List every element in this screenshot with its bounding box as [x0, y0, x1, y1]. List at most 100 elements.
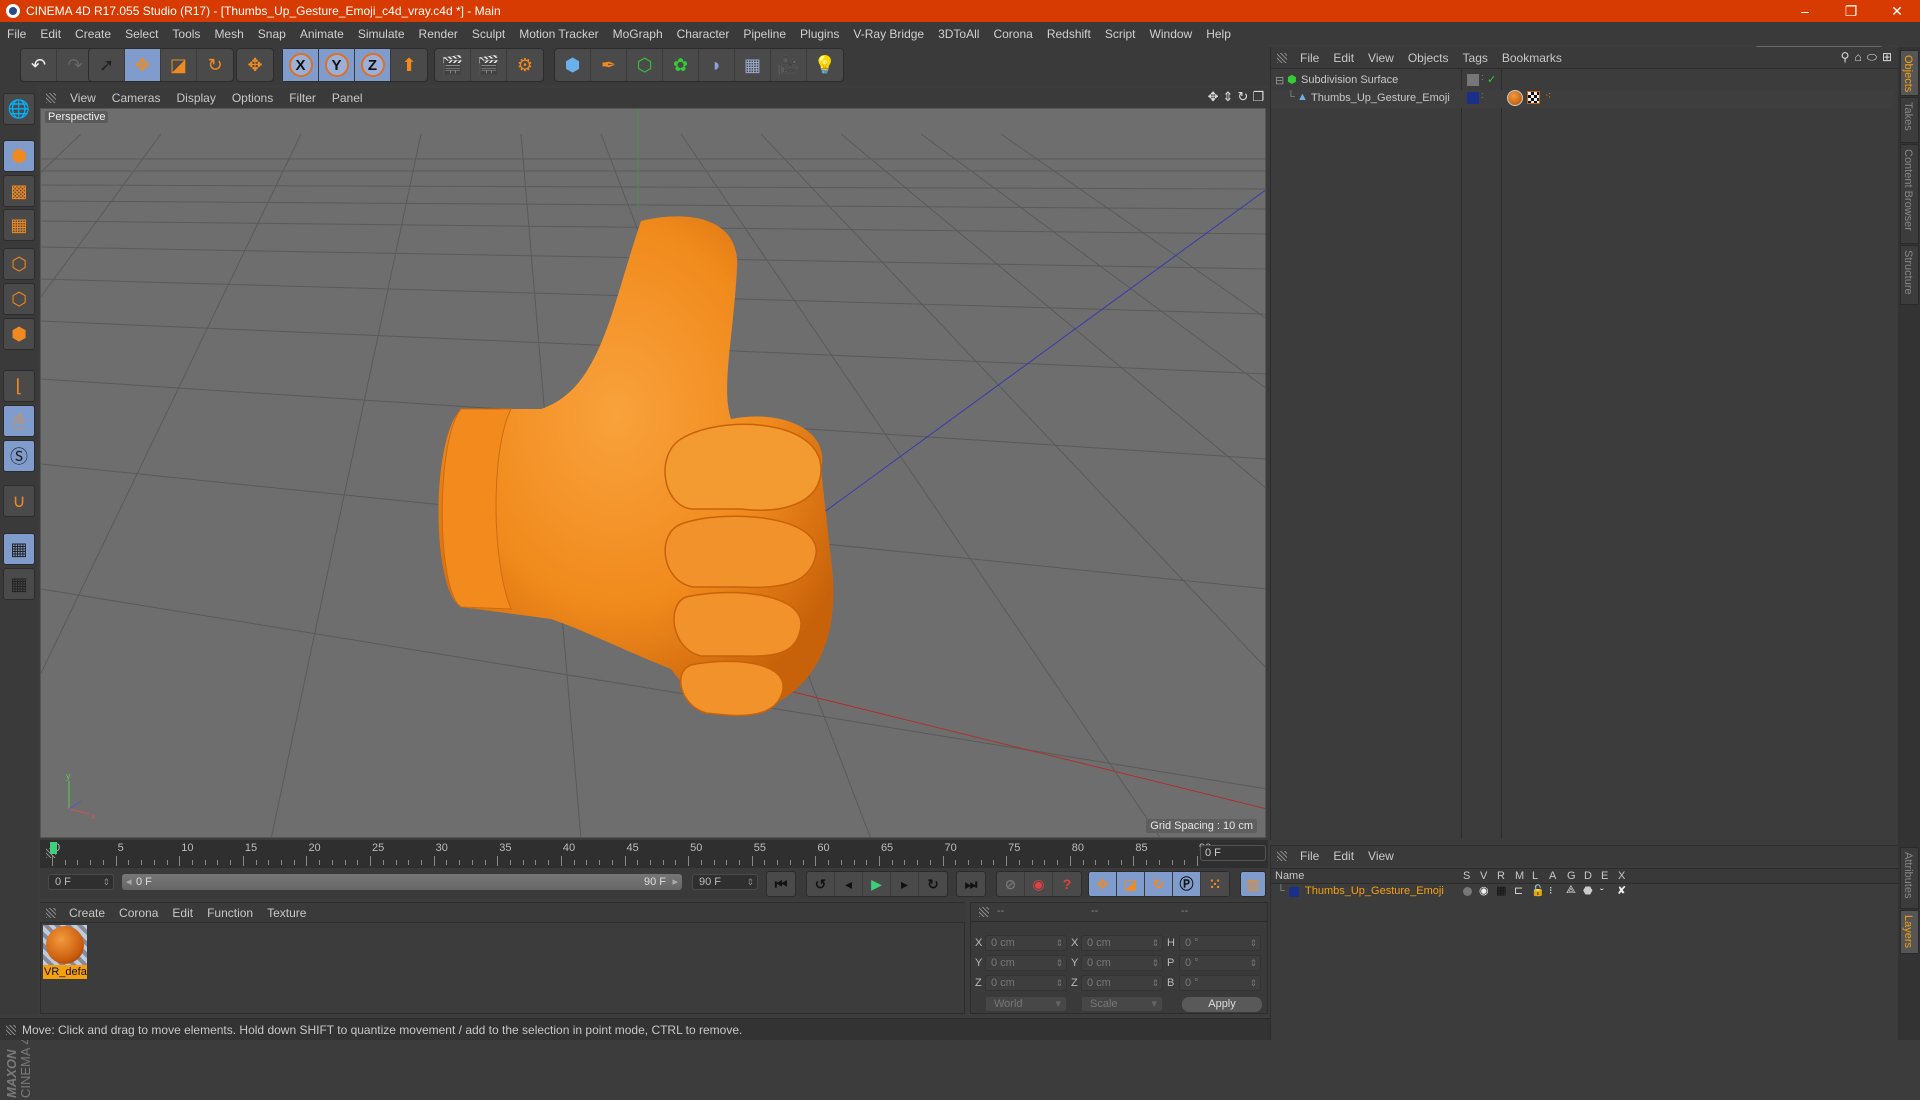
menu-motion-tracker[interactable]: Motion Tracker: [512, 27, 605, 41]
panel-grip-icon[interactable]: [1277, 52, 1287, 63]
xref-icon[interactable]: ✘: [1617, 884, 1626, 897]
panel-grip-icon[interactable]: [6, 1024, 16, 1035]
menu-sculpt[interactable]: Sculpt: [465, 27, 512, 41]
select-icon[interactable]: ➚: [89, 49, 125, 81]
maximize-icon[interactable]: ❐: [1252, 89, 1264, 105]
end-frame-field[interactable]: 90 F: [692, 874, 758, 890]
orbit-icon[interactable]: ↻: [1237, 89, 1248, 105]
material-menu-create[interactable]: Create: [62, 906, 112, 920]
view-eye-icon[interactable]: ◉: [1479, 884, 1489, 897]
menu-mograph[interactable]: MoGraph: [606, 27, 670, 41]
filter-icon[interactable]: ⬭: [1867, 50, 1877, 65]
menu-select[interactable]: Select: [118, 27, 165, 41]
menu-simulate[interactable]: Simulate: [351, 27, 412, 41]
rotation-h-field[interactable]: 0 °: [1179, 935, 1261, 951]
light-icon[interactable]: 💡: [807, 49, 843, 81]
texture-tag-icon[interactable]: [1527, 91, 1540, 104]
go-to-end-button[interactable]: ⏭: [956, 871, 986, 897]
tab-takes[interactable]: Takes: [1900, 97, 1919, 143]
next-key-icon[interactable]: ↻: [919, 872, 947, 896]
next-frame-icon[interactable]: ▸: [891, 872, 919, 896]
lock-workplane-icon[interactable]: ▦: [3, 533, 35, 565]
viewport-menu-panel[interactable]: Panel: [324, 91, 371, 105]
column-locked[interactable]: L: [1532, 870, 1538, 882]
column-deformers[interactable]: D: [1584, 870, 1592, 882]
layer-name[interactable]: Thumbs_Up_Gesture_Emoji: [1305, 885, 1444, 897]
viewport-menu-view[interactable]: View: [62, 91, 104, 105]
layers-menu-file[interactable]: File: [1293, 849, 1326, 863]
viewport-camera-label[interactable]: Perspective: [45, 111, 109, 123]
panel-grip-icon[interactable]: [1277, 851, 1287, 861]
menu-edit[interactable]: Edit: [33, 27, 68, 41]
search-icon[interactable]: ⚲: [1841, 50, 1850, 65]
material-menu-corona[interactable]: Corona: [112, 906, 165, 920]
layers-menu-view[interactable]: View: [1361, 849, 1401, 863]
menu-animate[interactable]: Animate: [293, 27, 351, 41]
preview-range-slider[interactable]: ◂ 0 F 90 F ▸: [122, 874, 682, 890]
workplane-mode-icon[interactable]: ▦: [3, 209, 35, 241]
material-item[interactable]: VR_defa: [43, 925, 87, 983]
subdivision-surface-icon[interactable]: ⬡: [627, 49, 663, 81]
objects-menu-objects[interactable]: Objects: [1401, 51, 1456, 65]
zoom-icon[interactable]: ⇕: [1223, 89, 1234, 105]
restore-button[interactable]: ❐: [1828, 3, 1874, 20]
material-tag-icon[interactable]: [1507, 90, 1523, 106]
key-rotation-icon[interactable]: ↻: [1145, 872, 1173, 896]
column-expressions[interactable]: E: [1601, 870, 1608, 882]
viewport-menu-filter[interactable]: Filter: [281, 91, 324, 105]
column-view[interactable]: V: [1480, 870, 1487, 882]
pan-icon[interactable]: ✥: [1208, 89, 1219, 105]
rotation-b-field[interactable]: 0 °: [1179, 975, 1261, 991]
objects-menu-tags[interactable]: Tags: [1456, 51, 1495, 65]
timeline-ruler[interactable]: 051015202530354045505560657075808590: [40, 840, 1268, 868]
solo-toggle-icon[interactable]: [1463, 887, 1472, 896]
previous-frame-icon[interactable]: ◂: [835, 872, 863, 896]
axis-mode-icon[interactable]: ⌊: [3, 370, 35, 402]
texture-mode-icon[interactable]: ▩: [3, 175, 35, 207]
rotate-icon[interactable]: ↻: [197, 49, 233, 81]
perspective-viewport[interactable]: y x Perspective Grid Spacing : 10 cm: [40, 108, 1266, 838]
size-mode-dropdown[interactable]: Scale: [1081, 996, 1163, 1012]
menu-help[interactable]: Help: [1199, 27, 1238, 41]
range-left-arrow-icon[interactable]: ◂: [126, 874, 132, 890]
cube-icon[interactable]: ⬢: [555, 49, 591, 81]
cloner-icon[interactable]: ✿: [663, 49, 699, 81]
tab-layers[interactable]: Layers: [1900, 910, 1919, 954]
tab-objects[interactable]: Objects: [1900, 50, 1919, 96]
undo-icon[interactable]: ↶: [21, 49, 57, 81]
key-pla-icon[interactable]: ⁙: [1201, 872, 1229, 896]
tab-structure[interactable]: Structure: [1900, 245, 1919, 305]
generators-icon[interactable]: ⟁: [1566, 884, 1576, 897]
record-disabled-icon[interactable]: ⊘: [997, 872, 1025, 896]
menu-window[interactable]: Window: [1143, 27, 1200, 41]
render-view-icon[interactable]: 🎬: [435, 49, 471, 81]
panel-grip-icon[interactable]: [46, 907, 56, 918]
live-selection-icon[interactable]: ✥: [237, 49, 273, 81]
deformer-icon[interactable]: ◗: [699, 49, 735, 81]
key-position-icon[interactable]: ✥: [1089, 872, 1117, 896]
tweak-mode-icon[interactable]: 🖱: [3, 405, 35, 437]
size-x-field[interactable]: 0 cm: [1081, 935, 1163, 951]
floor-icon[interactable]: ▦: [735, 49, 771, 81]
size-y-field[interactable]: 0 cm: [1081, 955, 1163, 971]
enabled-check-icon[interactable]: ✓: [1487, 73, 1496, 86]
layer-swatch[interactable]: [1467, 92, 1479, 104]
panel-grip-icon[interactable]: [46, 93, 56, 103]
objects-menu-edit[interactable]: Edit: [1326, 51, 1361, 65]
column-xref[interactable]: X: [1618, 870, 1625, 882]
column-render[interactable]: R: [1497, 870, 1505, 882]
deformers-icon[interactable]: ⬣: [1583, 884, 1593, 897]
column-animation[interactable]: A: [1549, 870, 1556, 882]
viewport-menu-display[interactable]: Display: [168, 91, 223, 105]
tab-attributes[interactable]: Attributes: [1900, 847, 1919, 909]
menu-corona[interactable]: Corona: [986, 27, 1039, 41]
home-icon[interactable]: ⌂: [1854, 50, 1861, 65]
visibility-dots-icon[interactable]: :: [1481, 72, 1484, 82]
start-frame-field[interactable]: 0 F: [48, 874, 114, 890]
visibility-dots-icon[interactable]: :: [1481, 90, 1484, 100]
thumbs-up-model[interactable]: [438, 216, 834, 717]
make-editable-icon[interactable]: 🌐: [3, 93, 35, 125]
coordinate-mode-dropdown[interactable]: World: [985, 996, 1067, 1012]
key-scale-icon[interactable]: ◪: [1117, 872, 1145, 896]
column-solo[interactable]: S: [1463, 870, 1470, 882]
